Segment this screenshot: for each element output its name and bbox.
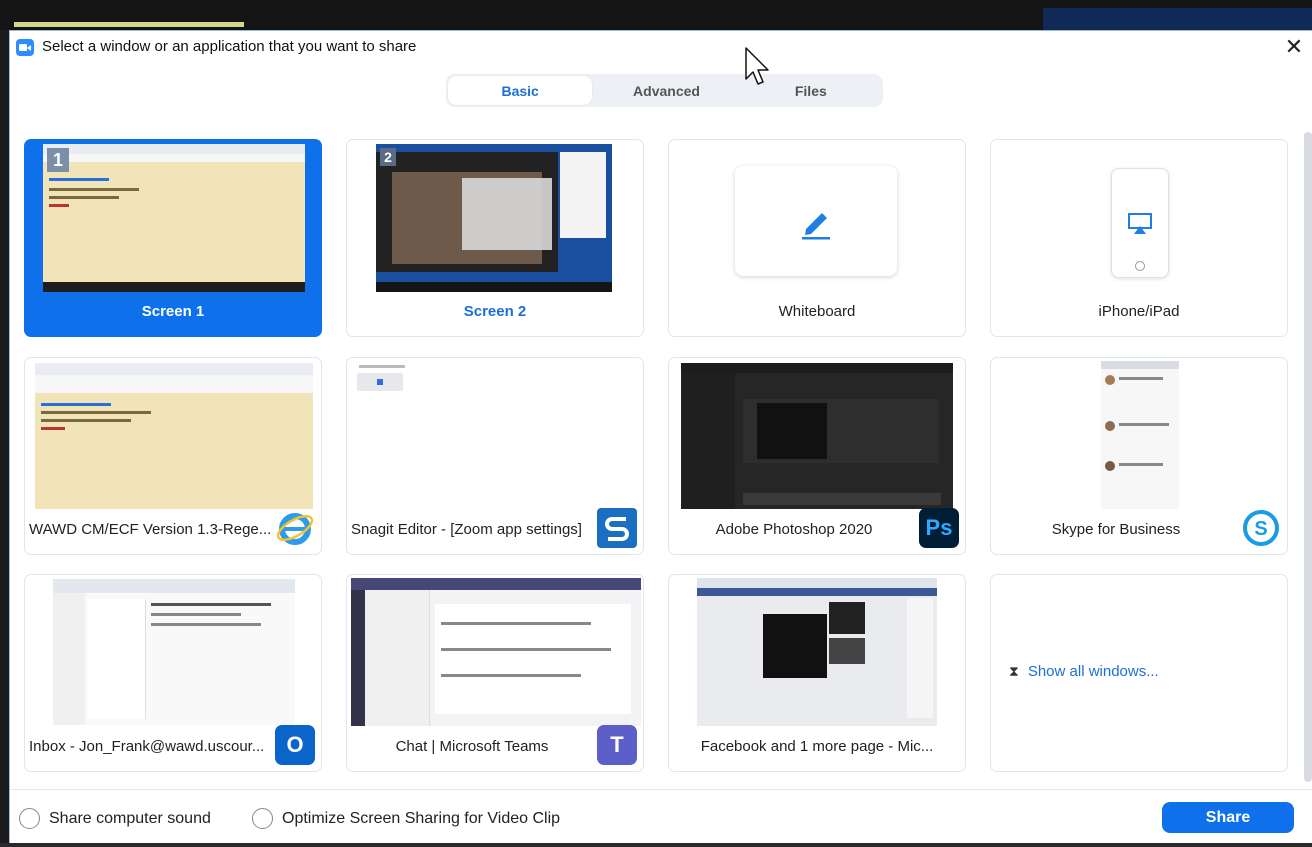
zoom-logo-icon <box>16 39 34 56</box>
screen-2-thumbnail: 2 <box>376 144 612 292</box>
tile-window-adobe-photoshop[interactable]: Adobe Photoshop 2020 Ps <box>668 357 966 555</box>
tile-label: Inbox - Jon_Frank@wawd.uscour... <box>29 738 265 755</box>
tile-label: Facebook and 1 more page - Mic... <box>700 738 934 755</box>
desktop-bar-green <box>14 22 244 27</box>
tile-label: Skype for Business <box>1051 521 1181 538</box>
optimize-video-option[interactable]: Optimize Screen Sharing for Video Clip <box>252 808 560 829</box>
tile-label: Snagit Editor - [Zoom app settings] <box>351 521 582 538</box>
pencil-icon <box>802 213 830 240</box>
tile-label: Whiteboard <box>778 303 856 320</box>
window-thumbnail <box>35 363 313 509</box>
tile-window-skype-for-business[interactable]: Skype for Business S <box>990 357 1288 555</box>
share-button[interactable]: Share <box>1162 802 1294 833</box>
share-computer-sound-label: Share computer sound <box>49 809 211 827</box>
window-thumbnail <box>351 578 641 726</box>
outlook-icon: O <box>275 725 315 765</box>
tile-label: Adobe Photoshop 2020 <box>715 521 873 538</box>
show-all-windows-link[interactable]: ⧗ Show all windows... <box>1009 663 1159 680</box>
tab-advanced[interactable]: Advanced <box>594 74 738 107</box>
screen-number-badge: 2 <box>380 148 396 166</box>
tile-label: WAWD CM/ECF Version 1.3-Rege... <box>29 521 272 538</box>
window-thumbnail <box>1101 361 1179 509</box>
screen-number-badge: 1 <box>47 148 69 172</box>
tab-basic[interactable]: Basic <box>448 76 593 105</box>
optimize-video-checkbox[interactable] <box>252 808 273 829</box>
close-button[interactable]: ✕ <box>1282 34 1306 59</box>
window-thumbnail <box>357 363 635 509</box>
desktop-background-top <box>0 0 1312 30</box>
share-options-grid: 1 Screen 1 2 Screen 2 Whiteboard iPhone/… <box>24 139 1290 774</box>
tile-label: Screen 2 <box>463 303 527 320</box>
vertical-scrollbar[interactable] <box>1304 132 1312 782</box>
title-bar: Select a window or an application that y… <box>10 31 1312 63</box>
tile-label: Screen 1 <box>141 303 205 320</box>
photoshop-icon: Ps <box>919 508 959 548</box>
tile-screen-2[interactable]: 2 Screen 2 <box>346 139 644 337</box>
share-computer-sound-option[interactable]: Share computer sound <box>19 808 211 829</box>
tile-show-all-windows[interactable]: ⧗ Show all windows... <box>990 574 1288 772</box>
expand-icon: ⧗ <box>1009 663 1019 679</box>
optimize-video-label: Optimize Screen Sharing for Video Clip <box>282 809 561 827</box>
dialog-footer: Share computer sound Optimize Screen Sha… <box>10 789 1312 845</box>
tile-window-outlook-inbox[interactable]: Inbox - Jon_Frank@wawd.uscour... O <box>24 574 322 772</box>
tile-iphone-ipad[interactable]: iPhone/iPad <box>990 139 1288 337</box>
share-computer-sound-checkbox[interactable] <box>19 808 40 829</box>
tile-label: iPhone/iPad <box>1098 303 1180 320</box>
desktop-bar-blue <box>1043 8 1312 30</box>
tile-window-wawd-cmecf[interactable]: WAWD CM/ECF Version 1.3-Rege... <box>24 357 322 555</box>
iphone-card <box>1111 168 1169 278</box>
skype-icon: S <box>1241 508 1281 548</box>
tile-window-snagit-editor[interactable]: Snagit Editor - [Zoom app settings] <box>346 357 644 555</box>
tile-window-facebook[interactable]: Facebook and 1 more page - Mic... <box>668 574 966 772</box>
window-thumbnail <box>53 579 295 725</box>
share-tabs: Basic Advanced Files <box>446 74 883 107</box>
screen-1-thumbnail: 1 <box>43 144 305 292</box>
tile-whiteboard[interactable]: Whiteboard <box>668 139 966 337</box>
airplay-icon <box>1128 213 1152 234</box>
teams-icon: T <box>597 725 637 765</box>
window-thumbnail <box>697 578 937 726</box>
mouse-cursor-icon <box>745 47 769 85</box>
internet-explorer-icon <box>275 508 315 548</box>
tile-label: Chat | Microsoft Teams <box>395 738 549 755</box>
tile-screen-1[interactable]: 1 Screen 1 <box>24 139 322 337</box>
dialog-title: Select a window or an application that y… <box>42 38 417 55</box>
share-screen-dialog: Select a window or an application that y… <box>9 30 1312 843</box>
snagit-icon <box>597 508 637 548</box>
tile-window-microsoft-teams[interactable]: Chat | Microsoft Teams T <box>346 574 644 772</box>
svg-text:S: S <box>1254 518 1267 540</box>
whiteboard-card <box>735 166 897 276</box>
show-all-windows-label: Show all windows... <box>1027 663 1159 680</box>
window-thumbnail <box>681 363 953 509</box>
